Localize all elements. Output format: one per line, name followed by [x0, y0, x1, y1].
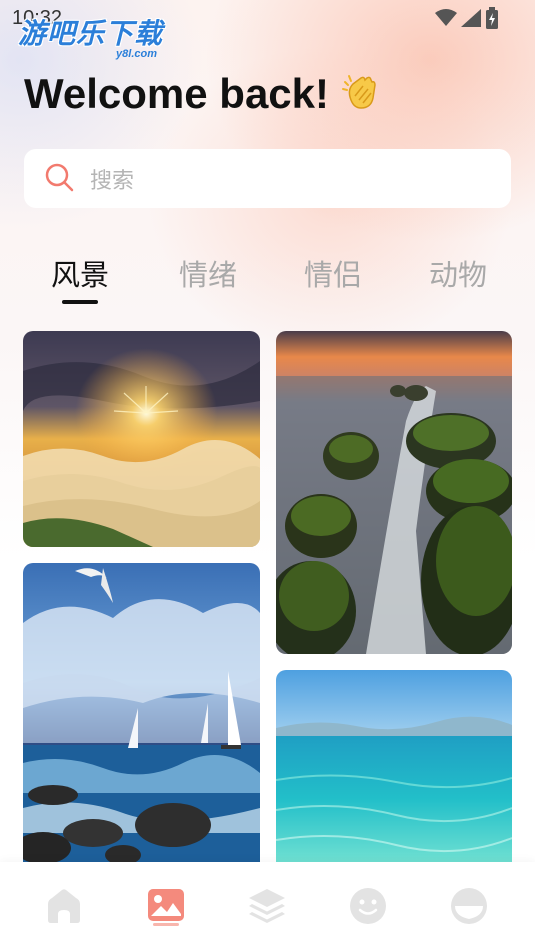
watermark-sub-text: y8l.com: [116, 48, 158, 60]
sunset-over-clouds-image[interactable]: [23, 331, 260, 547]
layers-icon: [249, 889, 285, 923]
battery-icon: [486, 7, 498, 29]
status-icons: [435, 7, 499, 29]
sailboats-sea-image[interactable]: [23, 563, 260, 862]
image-icon: [148, 889, 184, 926]
watermark-logo: 游吧乐下载 y8l.com: [18, 17, 164, 61]
welcome-heading: Welcome back!: [24, 70, 381, 118]
home-icon: [48, 889, 80, 923]
tab-couple[interactable]: 情侣: [283, 252, 383, 294]
search-icon: [44, 162, 74, 196]
active-tab-indicator: [62, 300, 98, 304]
search-placeholder: 搜索: [90, 168, 135, 194]
watermark-main-text: 游吧乐下载: [18, 17, 164, 50]
search-input[interactable]: 搜索: [24, 149, 511, 208]
smiley-icon: [350, 888, 386, 924]
bottom-navigation: [0, 862, 535, 951]
face-icon: [451, 888, 487, 924]
mossy-rocks-waterfall-image[interactable]: [276, 331, 512, 654]
nav-emoji[interactable]: [346, 884, 390, 928]
nav-avatar[interactable]: [447, 884, 491, 928]
tab-emotion[interactable]: 情绪: [158, 252, 258, 294]
nav-wallpaper[interactable]: [144, 884, 188, 928]
clapping-hands-icon: [341, 72, 381, 116]
nav-layers[interactable]: [245, 884, 289, 928]
tab-scenery[interactable]: 风景: [30, 252, 130, 294]
wifi-icon: [435, 9, 457, 26]
signal-icon: [461, 9, 481, 27]
turquoise-sea-image[interactable]: [276, 670, 512, 862]
nav-home[interactable]: [42, 884, 86, 928]
welcome-text: Welcome back!: [24, 70, 330, 117]
tab-animal[interactable]: 动物: [408, 252, 508, 294]
